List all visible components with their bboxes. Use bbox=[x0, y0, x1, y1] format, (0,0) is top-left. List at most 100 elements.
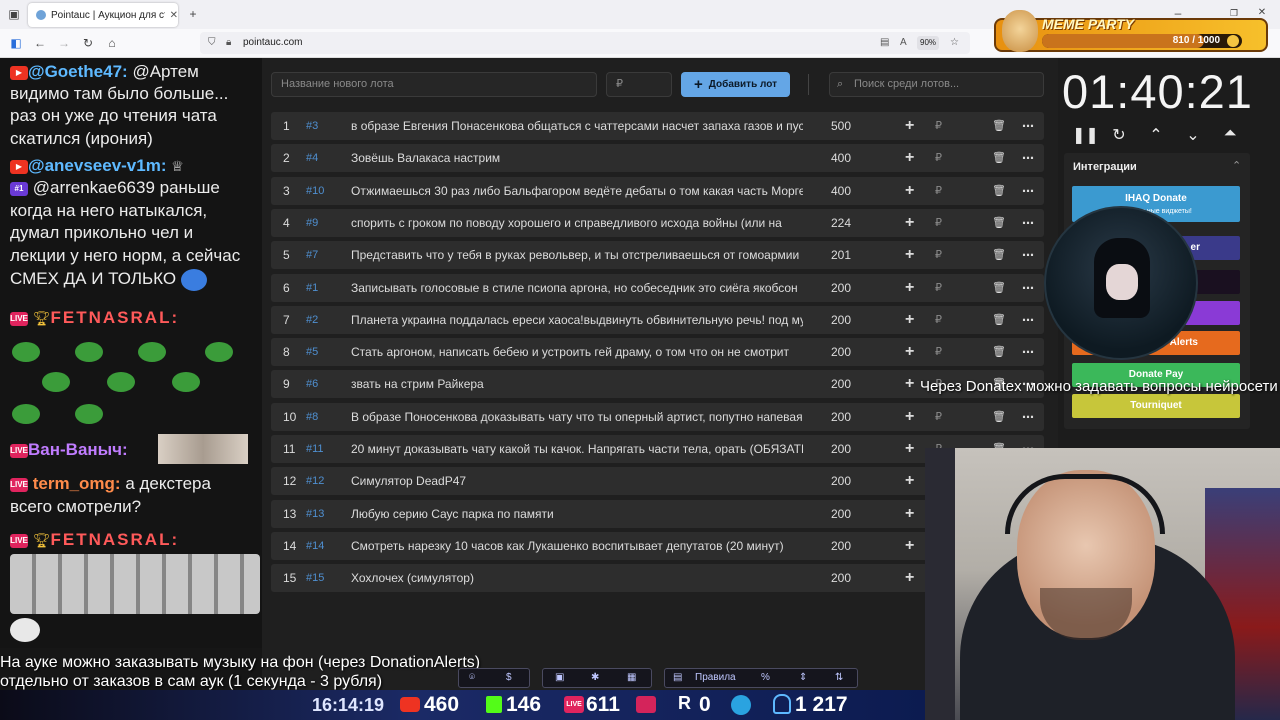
more-options-icon[interactable]: ⋯ bbox=[1022, 144, 1035, 172]
add-amount-icon[interactable]: + bbox=[905, 564, 914, 592]
rub-icon[interactable]: ₽ bbox=[935, 306, 942, 334]
pause-icon[interactable]: ❚❚ bbox=[1072, 125, 1099, 145]
lot-row[interactable]: 1 #3 в образе Евгения Понасенкова общаться… bbox=[271, 112, 1044, 140]
more-options-icon[interactable]: ⋯ bbox=[1022, 338, 1035, 366]
lot-name[interactable]: Симулятор DeadP47 bbox=[351, 467, 803, 495]
percent-button[interactable]: % bbox=[761, 669, 770, 687]
lot-name[interactable]: Зовёшь Валакаса настрим bbox=[351, 144, 803, 172]
add-amount-icon[interactable]: + bbox=[905, 144, 914, 172]
new-lot-input[interactable]: Название нового лота bbox=[271, 72, 597, 97]
rub-icon[interactable]: ₽ bbox=[935, 274, 942, 302]
add-amount-icon[interactable]: + bbox=[905, 241, 914, 269]
lot-row[interactable]: 7 #2 Планета украина поддалась ереси хаоса… bbox=[271, 305, 1044, 334]
chevron-up-icon[interactable]: ⌃ bbox=[1146, 125, 1166, 145]
lot-row[interactable]: 5 #7 Представить что у тебя в руках револь… bbox=[271, 241, 1044, 270]
add-amount-icon[interactable]: + bbox=[905, 177, 914, 205]
tab-list-icon[interactable]: ▣ bbox=[6, 6, 22, 22]
lot-name[interactable]: Записывать голосовые в стиле псиопа арго… bbox=[351, 274, 803, 302]
browser-tab[interactable]: Pointauc | Аукцион для стримеров ✕ bbox=[28, 3, 178, 27]
lot-amount[interactable]: 200 bbox=[831, 274, 851, 302]
save-icon[interactable]: ▣ bbox=[555, 669, 564, 687]
more-options-icon[interactable]: ⋯ bbox=[1022, 209, 1035, 237]
lot-amount[interactable]: 200 bbox=[831, 500, 851, 528]
chevron-down-icon[interactable]: ⌄ bbox=[1183, 125, 1203, 145]
add-amount-icon[interactable]: + bbox=[905, 435, 914, 463]
lot-amount[interactable]: 200 bbox=[831, 403, 851, 431]
lot-name[interactable]: 20 минут доказывать чату какой ты качок.… bbox=[351, 435, 803, 463]
lot-name[interactable]: В образе Поносенкова доказывать чату что… bbox=[351, 403, 803, 431]
lot-name[interactable]: Смотреть нарезку 10 часов как Лукашенко … bbox=[351, 532, 803, 560]
search-lots-input[interactable]: ⌕ Поиск среди лотов... bbox=[829, 72, 1044, 97]
double-chevron-up-icon[interactable]: ⏶ bbox=[1220, 125, 1240, 143]
more-options-icon[interactable]: ⋯ bbox=[1022, 403, 1035, 431]
lot-row[interactable]: 2 #4 Зовёшь Валакаса настрим 400 + ₽ 🗑︎ ⋯ bbox=[271, 144, 1044, 173]
add-amount-icon[interactable]: + bbox=[905, 500, 914, 528]
sort-icon[interactable]: ⇅ bbox=[835, 669, 843, 687]
add-amount-icon[interactable]: + bbox=[905, 274, 914, 302]
rub-icon[interactable]: ₽ bbox=[935, 177, 942, 205]
lot-name[interactable]: Любую серию Саус парка по памяти bbox=[351, 500, 803, 528]
rub-icon[interactable]: ₽ bbox=[935, 112, 942, 140]
more-options-icon[interactable]: ⋯ bbox=[1022, 177, 1035, 205]
close-tab-icon[interactable]: ✕ bbox=[170, 10, 178, 21]
collapse-icon[interactable]: ⌃ bbox=[1232, 159, 1241, 172]
delete-icon[interactable]: 🗑︎ bbox=[992, 209, 1006, 237]
lot-name[interactable]: Хохлочех (симулятор) bbox=[351, 564, 803, 592]
rub-icon[interactable]: ₽ bbox=[935, 209, 942, 237]
delete-icon[interactable]: 🗑︎ bbox=[992, 177, 1006, 205]
lot-amount-input[interactable]: ₽ bbox=[606, 72, 672, 97]
delete-icon[interactable]: 🗑︎ bbox=[992, 144, 1006, 172]
translate-icon[interactable]: A bbox=[900, 32, 907, 54]
lot-amount[interactable]: 400 bbox=[831, 177, 851, 205]
add-amount-icon[interactable]: + bbox=[905, 306, 914, 334]
rub-icon[interactable]: ₽ bbox=[935, 403, 942, 431]
lot-amount[interactable]: 201 bbox=[831, 241, 851, 269]
bug-icon[interactable]: ✱ bbox=[591, 669, 599, 687]
tourniquet-button[interactable]: Tourniquet bbox=[1072, 394, 1240, 418]
lot-amount[interactable]: 200 bbox=[831, 564, 851, 592]
lot-amount[interactable]: 200 bbox=[831, 435, 851, 463]
new-tab-icon[interactable]: + bbox=[185, 6, 201, 22]
rub-icon[interactable]: ₽ bbox=[935, 144, 942, 172]
rules-button[interactable]: Правила bbox=[695, 669, 736, 687]
rub-icon[interactable]: ₽ bbox=[935, 241, 942, 269]
dollar-icon[interactable]: $ bbox=[506, 669, 512, 687]
split-icon[interactable]: ⇕ bbox=[799, 669, 807, 687]
lot-row[interactable]: 3 #10 Отжимаешься 30 раз либо Бальфагором … bbox=[271, 176, 1044, 205]
add-lot-button[interactable]: + Добавить лот bbox=[681, 72, 790, 97]
github-icon[interactable]: ⌾ bbox=[469, 669, 475, 687]
lot-row[interactable]: 8 #5 Стать аргоном, написать бебею и устро… bbox=[271, 338, 1044, 367]
lot-name[interactable]: звать на стрим Райкера bbox=[351, 370, 803, 398]
sidebar-icon[interactable]: ◧ bbox=[8, 35, 24, 51]
more-options-icon[interactable]: ⋯ bbox=[1022, 306, 1035, 334]
add-amount-icon[interactable]: + bbox=[905, 532, 914, 560]
lot-amount[interactable]: 224 bbox=[831, 209, 851, 237]
rub-icon[interactable]: ₽ bbox=[935, 338, 942, 366]
add-amount-icon[interactable]: + bbox=[905, 370, 914, 398]
delete-icon[interactable]: 🗑︎ bbox=[992, 338, 1006, 366]
add-amount-icon[interactable]: + bbox=[905, 403, 914, 431]
lot-amount[interactable]: 200 bbox=[831, 370, 851, 398]
forward-icon[interactable]: → bbox=[56, 35, 72, 51]
lot-name[interactable]: Представить что у тебя в руках револьвер… bbox=[351, 241, 803, 269]
lot-row[interactable]: 10 #8 В образе Поносенкова доказывать чату… bbox=[271, 402, 1044, 431]
more-options-icon[interactable]: ⋯ bbox=[1022, 112, 1035, 140]
lot-amount[interactable]: 200 bbox=[831, 338, 851, 366]
back-icon[interactable]: ← bbox=[32, 35, 48, 51]
address-bar[interactable]: ⛉ 🔒︎ pointauc.com ▤ A 90% ☆ bbox=[200, 32, 970, 54]
reader-mode-icon[interactable]: ▤ bbox=[880, 32, 889, 54]
lot-amount[interactable]: 200 bbox=[831, 532, 851, 560]
more-options-icon[interactable]: ⋯ bbox=[1022, 274, 1035, 302]
lot-name[interactable]: спорить с гроком по поводу хорошего и сп… bbox=[351, 209, 803, 237]
add-amount-icon[interactable]: + bbox=[905, 467, 914, 495]
lot-row[interactable]: 6 #1 Записывать голосовые в стиле псиопа а… bbox=[271, 273, 1044, 302]
lot-name[interactable]: Планета украина поддалась ереси хаоса!вы… bbox=[351, 306, 803, 334]
lot-amount[interactable]: 400 bbox=[831, 144, 851, 172]
add-amount-icon[interactable]: + bbox=[905, 112, 914, 140]
lot-name[interactable]: Отжимаешься 30 раз либо Бальфагором ведё… bbox=[351, 177, 803, 205]
bookmark-star-icon[interactable]: ☆ bbox=[950, 32, 959, 54]
delete-icon[interactable]: 🗑︎ bbox=[992, 112, 1006, 140]
more-options-icon[interactable]: ⋯ bbox=[1022, 241, 1035, 269]
home-icon[interactable]: ⌂ bbox=[104, 35, 120, 51]
zoom-level[interactable]: 90% bbox=[917, 36, 940, 50]
